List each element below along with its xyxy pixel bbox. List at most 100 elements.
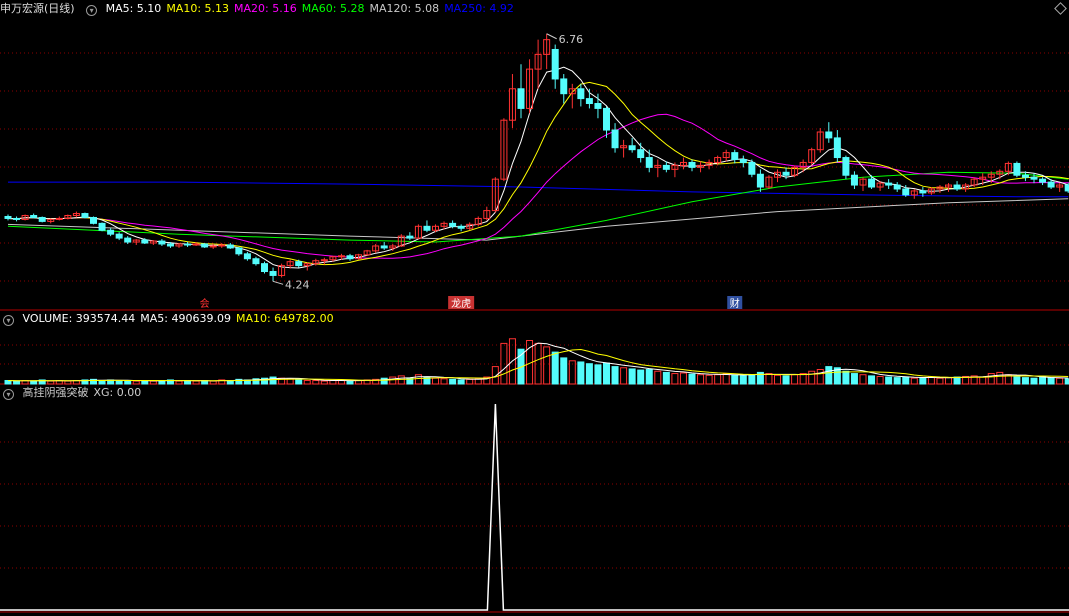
volume-bar xyxy=(192,380,200,385)
candle-body xyxy=(868,178,876,188)
volume-bar xyxy=(13,380,21,385)
volume-bar xyxy=(1013,376,1021,385)
candle-body xyxy=(218,244,226,247)
volume-bar xyxy=(346,380,354,385)
candle-body xyxy=(1064,184,1069,192)
volume-bar xyxy=(902,376,910,385)
volume-bar xyxy=(808,370,816,385)
candle-body xyxy=(38,216,46,222)
volume-bar xyxy=(560,357,568,385)
candle-body xyxy=(184,243,192,246)
volume-bar xyxy=(945,377,952,385)
volume-bar xyxy=(782,375,790,385)
candle-body xyxy=(98,222,106,231)
candle-body xyxy=(423,225,431,231)
volume-bar xyxy=(979,376,987,385)
volume-bar xyxy=(98,380,106,385)
candle-body xyxy=(551,48,559,80)
candle-body xyxy=(611,129,619,149)
candle-body xyxy=(825,131,833,139)
volume-bar xyxy=(671,373,679,385)
candle-body xyxy=(269,271,277,276)
candle-body xyxy=(628,145,636,151)
volume-bar xyxy=(500,342,508,385)
candle-body xyxy=(30,215,38,218)
volume-bar xyxy=(953,376,961,385)
volume-ma10-line xyxy=(7,348,1069,382)
volume-bar xyxy=(1056,377,1064,385)
volume-bar xyxy=(722,373,730,385)
candle-body xyxy=(560,78,568,95)
volume-bar xyxy=(919,377,927,385)
ma5-line xyxy=(7,66,1069,269)
candle-body xyxy=(55,217,63,220)
volume-bar xyxy=(739,375,747,385)
volume-bar xyxy=(731,374,739,385)
volume-bar xyxy=(64,380,72,385)
volume-bar xyxy=(389,376,397,385)
volume-bar xyxy=(440,378,448,385)
volume-bar xyxy=(1047,377,1055,385)
candle-body xyxy=(919,190,927,194)
volume-bar xyxy=(320,380,328,385)
volume-bar xyxy=(1021,377,1029,385)
candle-body xyxy=(1013,162,1021,176)
candle-body xyxy=(1039,178,1047,183)
volume-bar xyxy=(842,370,850,385)
ma10-line xyxy=(7,81,1069,266)
volume-bar xyxy=(637,369,645,385)
volume-bar xyxy=(30,380,38,385)
candle-body xyxy=(346,255,354,260)
volume-bar xyxy=(269,376,277,385)
candle-body xyxy=(457,225,465,229)
volume-bar xyxy=(765,373,773,385)
volume-bar xyxy=(996,371,1004,385)
volume-bar xyxy=(885,376,893,385)
volume-bar xyxy=(628,368,636,385)
candle-body xyxy=(4,215,12,219)
volume-bar xyxy=(543,346,551,385)
volume-bar xyxy=(466,378,474,385)
volume-bar xyxy=(611,366,619,385)
candle-body xyxy=(953,184,961,190)
volume-bar xyxy=(774,374,781,385)
candle-body xyxy=(902,188,910,196)
volume-bar xyxy=(705,374,713,385)
event-marker-2: 财 xyxy=(730,297,740,310)
candle-body xyxy=(782,171,790,176)
volume-bar xyxy=(1039,376,1047,385)
stock-chart-canvas[interactable]: 6.76 4.24 会 龙虎 财 xyxy=(0,0,1069,616)
candle-body xyxy=(380,245,388,249)
volume-bar xyxy=(432,377,439,385)
volume-bar xyxy=(791,374,799,385)
candle-body xyxy=(243,253,251,260)
volume-bar xyxy=(491,366,499,385)
candle-body xyxy=(603,107,610,131)
volume-bar xyxy=(449,378,457,385)
volume-bar xyxy=(551,351,559,385)
candle-body xyxy=(13,217,21,220)
volume-bar xyxy=(380,377,388,385)
volume-bar xyxy=(987,373,995,385)
volume-bar xyxy=(585,363,593,385)
candle-body xyxy=(252,258,260,265)
volume-bar xyxy=(457,379,465,385)
volume-bar xyxy=(748,374,756,385)
volume-bar xyxy=(859,374,867,385)
volume-bar xyxy=(825,366,833,385)
volume-bar xyxy=(1064,378,1069,385)
candle-body xyxy=(594,103,602,109)
candle-body xyxy=(756,173,764,188)
volume-bar xyxy=(876,375,884,385)
volume-bar xyxy=(594,364,602,385)
candle-body xyxy=(337,255,345,258)
volume-bar xyxy=(149,380,157,385)
volume-bar xyxy=(303,380,311,385)
volume-bar xyxy=(577,361,585,385)
volume-bar xyxy=(936,377,944,385)
candle-body xyxy=(893,184,901,190)
candle-body xyxy=(261,263,268,273)
candle-body xyxy=(226,244,234,249)
candle-body xyxy=(158,240,166,245)
volume-bar xyxy=(603,362,610,385)
